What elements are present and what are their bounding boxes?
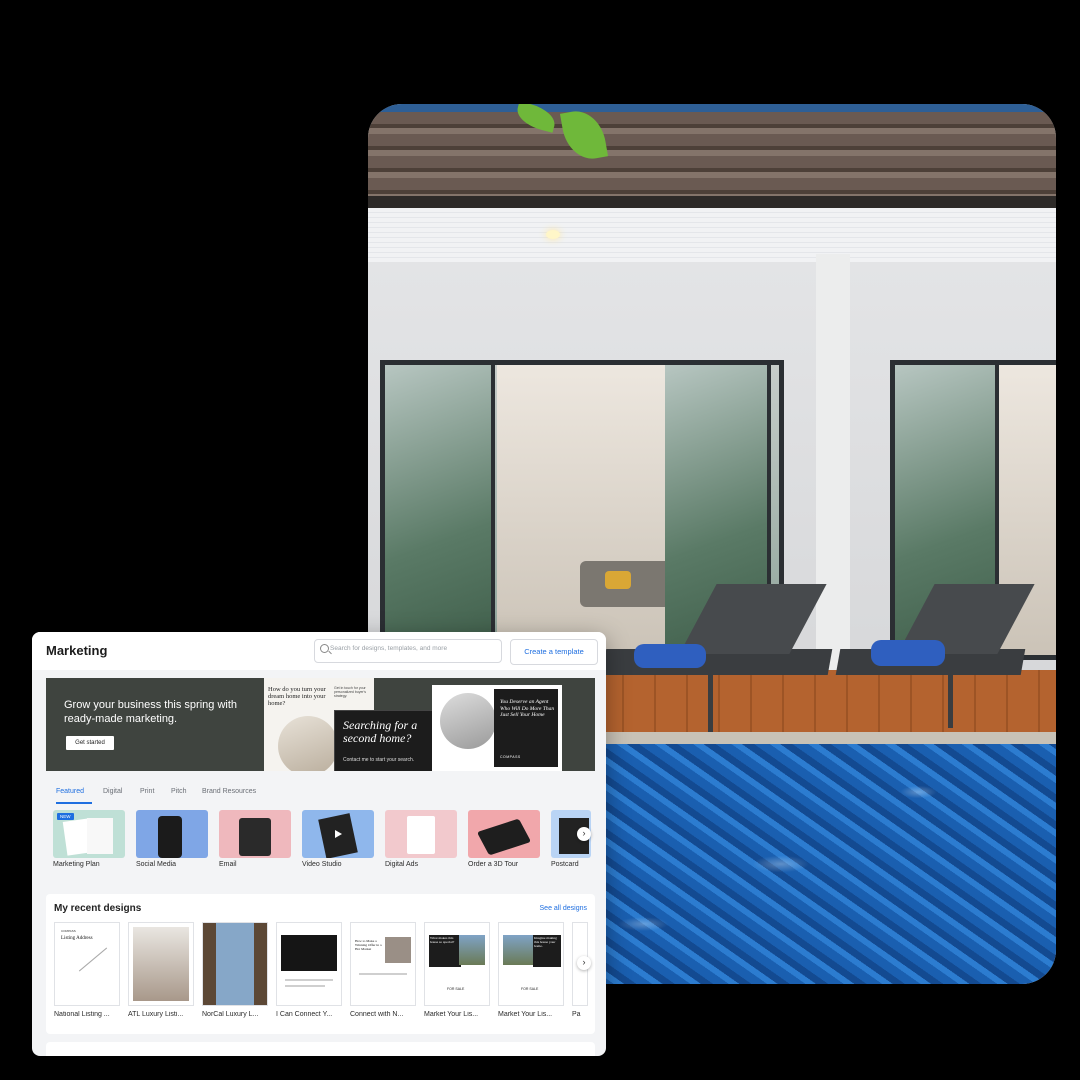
chevron-right-icon: › <box>582 828 586 838</box>
categories-next-button[interactable]: › <box>577 827 591 841</box>
category-video-studio[interactable] <box>302 810 374 858</box>
category-label: Social Media <box>136 861 177 868</box>
design-label: Market Your Lis... <box>498 1011 553 1018</box>
banner-card3-brand: COMPASS <box>500 755 521 759</box>
banner-card1-photo <box>278 716 338 771</box>
tab-digital[interactable]: Digital <box>103 788 122 795</box>
page-title: Marketing <box>46 643 108 658</box>
cushion <box>605 571 631 589</box>
thumb-title: What makes this house so special? <box>429 935 461 967</box>
interior-photo <box>133 927 189 1001</box>
text-line <box>359 973 407 975</box>
banner-card3-panel: You Deserve an Agent Who Will Do More Th… <box>494 689 558 767</box>
tab-print[interactable]: Print <box>140 788 154 795</box>
text-line <box>285 979 333 981</box>
roof <box>368 112 1056 208</box>
thumb1-line <box>78 947 108 972</box>
ad-mockup <box>407 816 435 854</box>
category-label: Order a 3D Tour <box>468 861 519 868</box>
text-line <box>285 985 325 987</box>
tablet-mockup <box>239 818 271 856</box>
for-sale-tag: FOR SALE <box>521 987 539 991</box>
create-template-button[interactable]: Create a template <box>510 639 598 665</box>
recent-designs-title: My recent designs <box>54 903 142 914</box>
category-label: Marketing Plan <box>53 861 100 868</box>
design-label: NorCal Luxury L... <box>202 1011 259 1018</box>
new-badge: NEW <box>57 813 74 820</box>
promo-banner: Grow your business this spring with read… <box>46 678 595 771</box>
ceiling-light <box>546 230 560 239</box>
get-started-button[interactable]: Get started <box>66 736 114 750</box>
play-icon <box>335 830 342 838</box>
category-label: Email <box>219 861 237 868</box>
recent-designs-panel: My recent designs See all designs COMPAS… <box>46 894 595 1034</box>
category-label: Video Studio <box>302 861 342 868</box>
search-input[interactable]: Search for designs, templates, and more <box>314 639 502 663</box>
thumb4-dark <box>281 935 337 971</box>
top-bar: Marketing Search for designs, templates,… <box>32 632 606 670</box>
category-label: Digital Ads <box>385 861 419 868</box>
see-all-designs-link[interactable]: See all designs <box>540 905 587 912</box>
living-room <box>497 365 665 655</box>
search-icon <box>320 644 329 653</box>
search-placeholder: Search for designs, templates, and more <box>330 645 448 652</box>
banner-headline: Grow your business this spring with read… <box>64 699 238 725</box>
banner-template-3[interactable]: You Deserve an Agent Who Will Do More Th… <box>432 685 562 771</box>
doc-page <box>87 818 113 854</box>
tablet-3d-mockup <box>476 818 532 856</box>
category-marketing-plan[interactable]: NEW <box>53 810 125 858</box>
tab-pitch[interactable]: Pitch <box>171 788 187 795</box>
house-photo <box>503 935 533 965</box>
lounger-leg <box>708 670 713 734</box>
house-photo <box>459 935 485 965</box>
category-email[interactable] <box>219 810 291 858</box>
towel <box>871 640 945 666</box>
next-section-panel <box>46 1042 595 1056</box>
skyline-photo <box>203 923 267 1005</box>
design-label: ATL Luxury Listi... <box>128 1011 184 1018</box>
category-digital-ads[interactable] <box>385 810 457 858</box>
design-label: Pa <box>572 1011 581 1018</box>
design-thumbnail-7[interactable]: Imagine making this house your home. FOR… <box>498 922 564 1006</box>
design-thumbnail-5[interactable]: How to Make a Winning Offer in a Hot Mar… <box>350 922 416 1006</box>
lounger-leg <box>948 670 953 728</box>
banner-card1-title: How do you turn your dream home into you… <box>268 686 326 707</box>
category-social-media[interactable] <box>136 810 208 858</box>
design-thumbnail-2[interactable] <box>128 922 194 1006</box>
tab-featured[interactable]: Featured <box>56 788 84 795</box>
design-label: National Listing ... <box>54 1011 110 1018</box>
tab-brand-resources[interactable]: Brand Resources <box>202 788 256 795</box>
thumb-title: How to Make a Winning Offer in a Hot Mar… <box>355 939 382 951</box>
marketing-window: Marketing Search for designs, templates,… <box>32 632 606 1056</box>
category-label: Postcard <box>551 861 579 868</box>
design-thumbnail-4[interactable] <box>276 922 342 1006</box>
glass-pane <box>385 365 495 655</box>
banner-card3-title: You Deserve an Agent Who Will Do More Th… <box>500 699 555 718</box>
category-3d-tour[interactable] <box>468 810 540 858</box>
active-tab-indicator <box>56 802 92 804</box>
banner-card3-photo <box>440 693 496 749</box>
thumb1-brand: COMPASS <box>61 929 76 933</box>
thumb-title: Imagine making this house your home. <box>533 935 561 967</box>
banner-card1-side: Get in touch for your personalized buyer… <box>334 686 366 698</box>
ceiling <box>368 208 1056 262</box>
design-label: Connect with N... <box>350 1011 404 1018</box>
chevron-right-icon: › <box>582 957 586 967</box>
people-photo <box>385 937 411 963</box>
design-label: Market Your Lis... <box>424 1011 479 1018</box>
towel <box>634 644 706 668</box>
design-label: I Can Connect Y... <box>276 1011 333 1018</box>
phone-mockup <box>158 816 182 858</box>
for-sale-tag: FOR SALE <box>447 987 465 991</box>
thumb1-title: Listing Address <box>61 936 93 941</box>
design-thumbnail-1[interactable]: COMPASS Listing Address <box>54 922 120 1006</box>
design-thumbnail-3[interactable] <box>202 922 268 1006</box>
banner-card2-sub: Contact me to start your search. <box>343 757 415 763</box>
roof-fascia <box>368 196 1056 208</box>
design-thumbnail-6[interactable]: What makes this house so special? FOR SA… <box>424 922 490 1006</box>
recent-next-button[interactable]: › <box>577 956 591 970</box>
